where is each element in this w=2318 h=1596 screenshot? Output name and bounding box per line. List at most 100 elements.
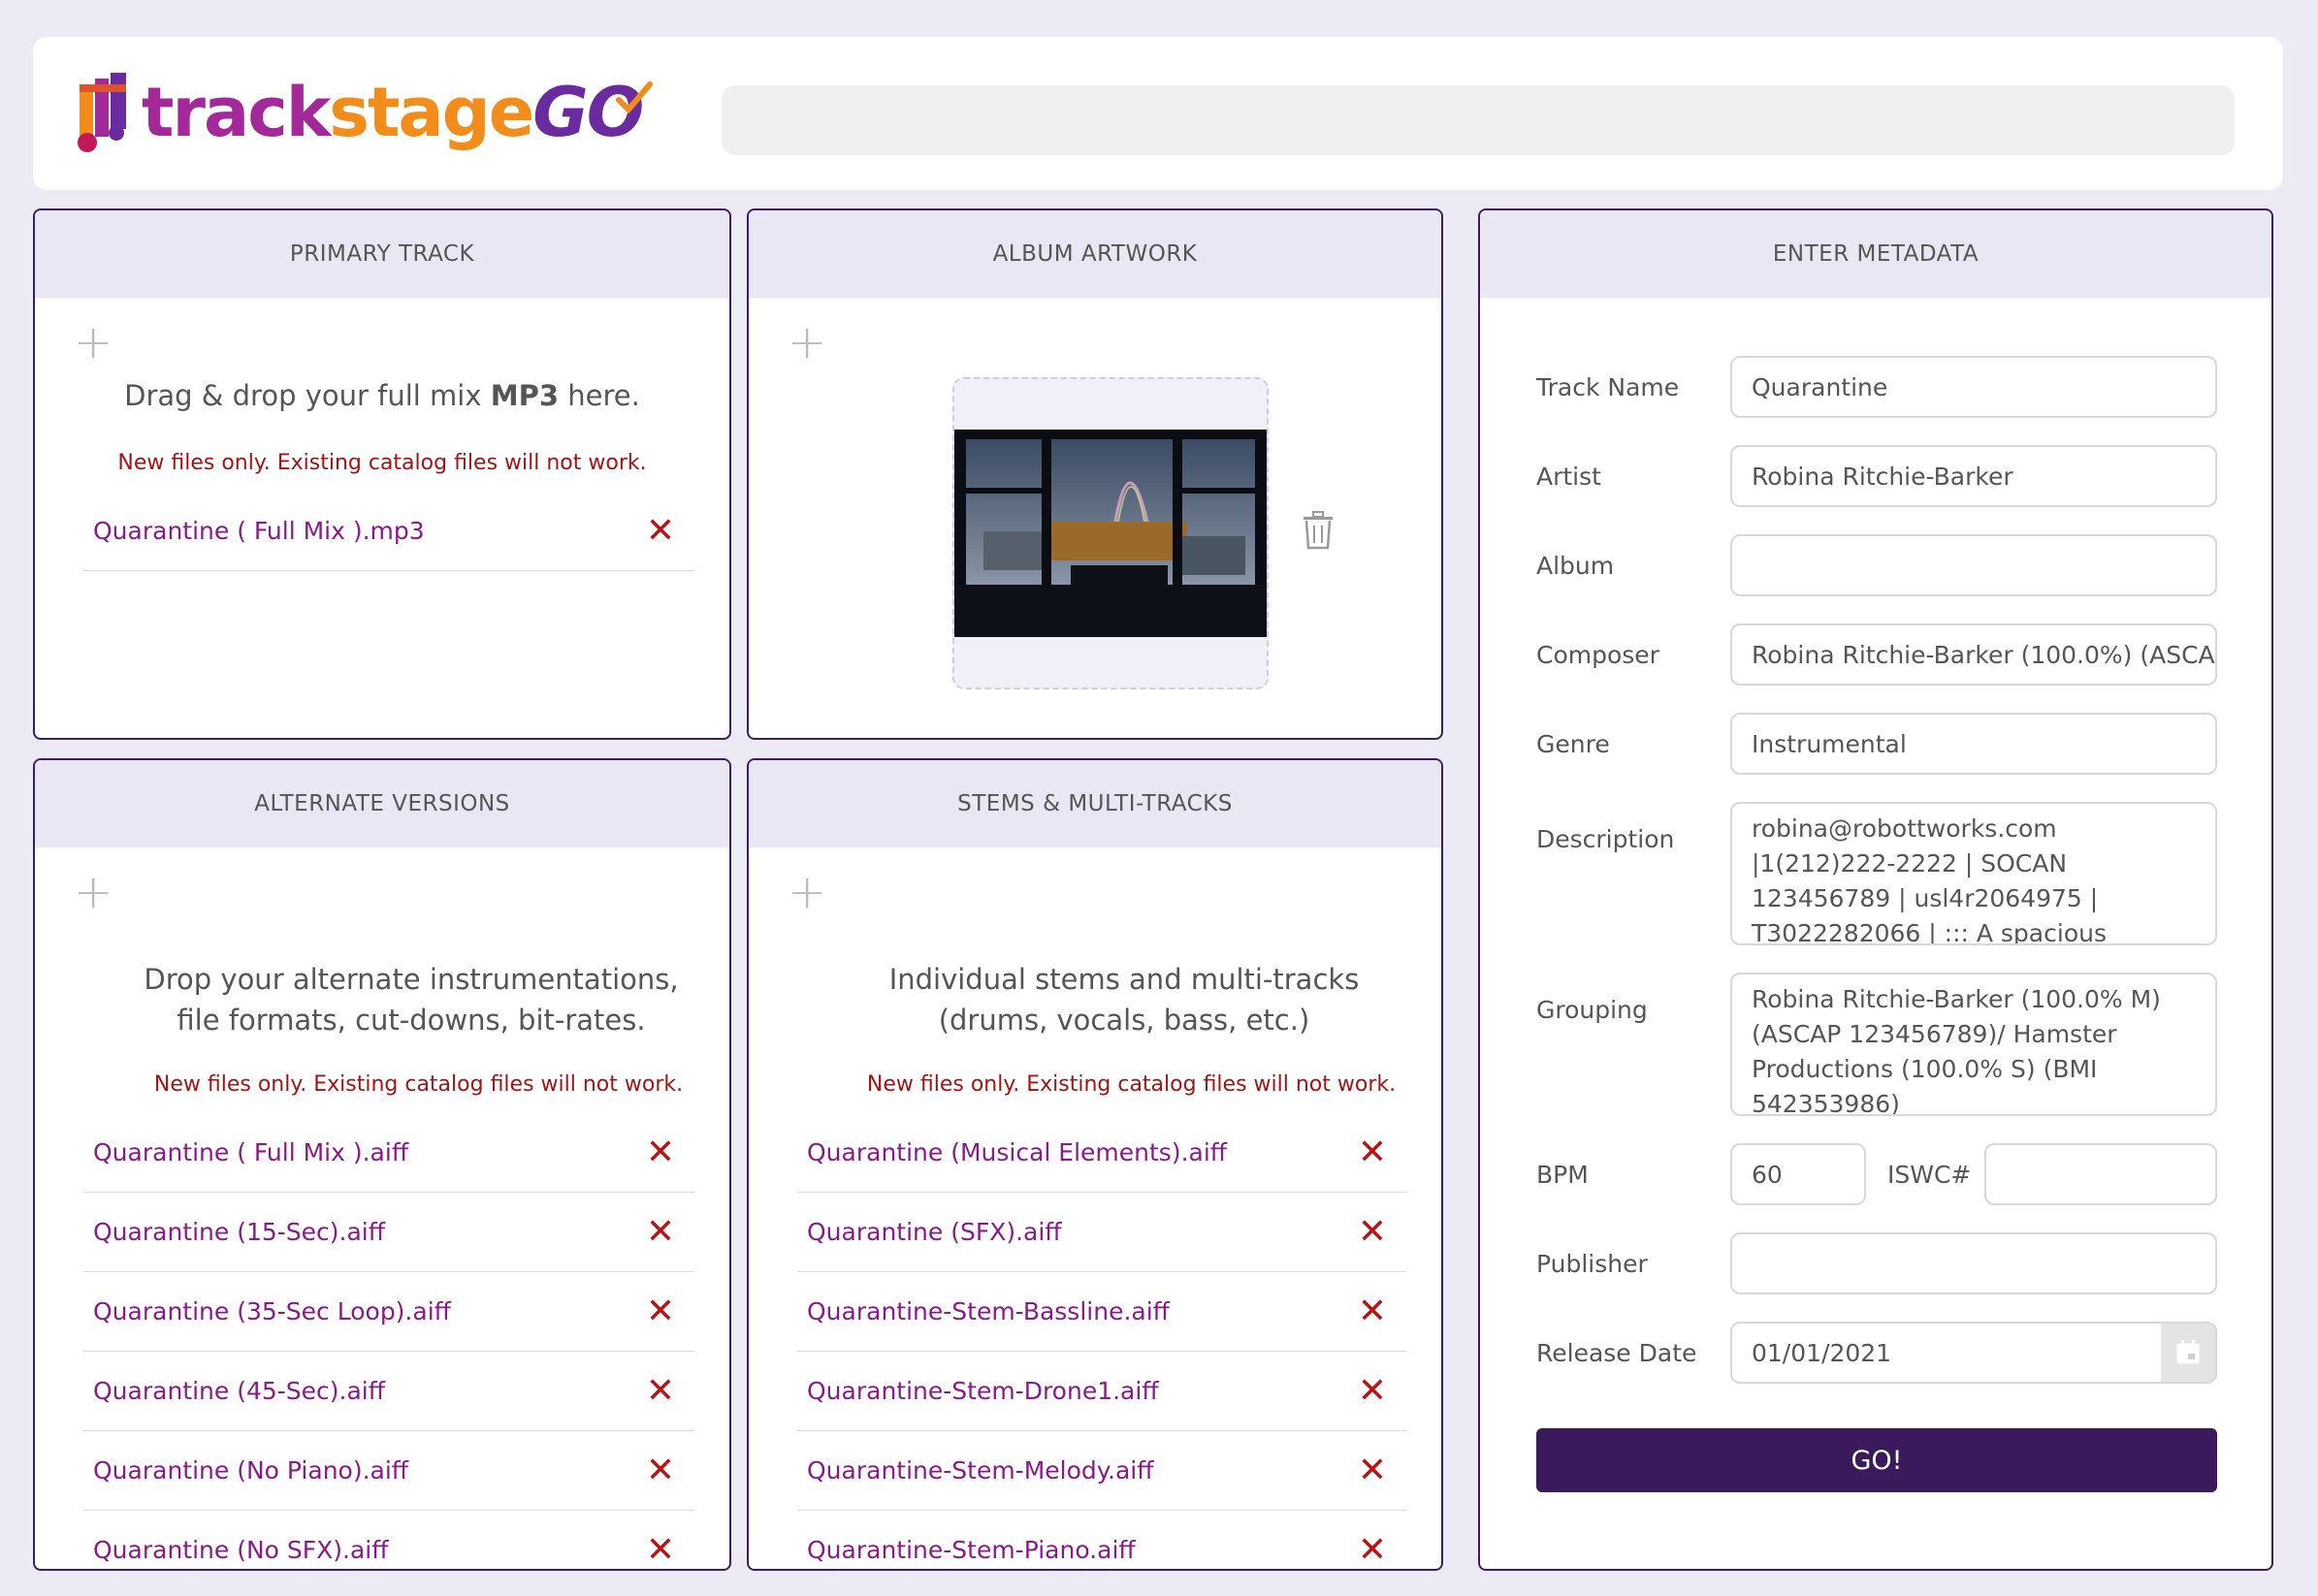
- drop-text-line: (drums, vocals, bass, etc.): [938, 1004, 1310, 1037]
- file-row: Quarantine (Musical Elements).aiff ✕: [797, 1113, 1406, 1193]
- grouping-textarea[interactable]: Robina Ritchie-Barker (100.0% M) (ASCAP …: [1730, 973, 2217, 1116]
- file-row: Quarantine ( Full Mix ).aiff ✕: [83, 1113, 694, 1193]
- field-label: Grouping: [1536, 996, 1648, 1024]
- drop-text-pre: Drag & drop your full mix: [124, 379, 491, 412]
- drop-text-line: Drop your alternate instrumentations,: [144, 963, 679, 996]
- file-link[interactable]: Quarantine (35-Sec Loop).aiff: [93, 1297, 451, 1325]
- file-link[interactable]: Quarantine-Stem-Melody.aiff: [807, 1456, 1153, 1484]
- file-link[interactable]: Quarantine (No SFX).aiff: [93, 1536, 388, 1564]
- genre-field[interactable]: Instrumental: [1730, 713, 2217, 775]
- file-row: Quarantine ( Full Mix ).mp3 ✕: [83, 492, 694, 571]
- warning-text: New files only. Existing catalog files w…: [153, 1072, 684, 1097]
- field-label: Description: [1536, 825, 1675, 853]
- file-link[interactable]: Quarantine ( Full Mix ).mp3: [93, 517, 425, 545]
- file-link[interactable]: Quarantine-Stem-Drone1.aiff: [807, 1377, 1159, 1405]
- artwork-dropzone[interactable]: [952, 377, 1269, 689]
- file-row: Quarantine (SFX).aiff ✕: [797, 1193, 1406, 1272]
- warning-text: New files only. Existing catalog files w…: [117, 451, 647, 475]
- field-label: Publisher: [1536, 1250, 1648, 1278]
- drop-text-line: file formats, cut-downs, bit-rates.: [177, 1004, 646, 1037]
- remove-file-icon[interactable]: ✕: [1358, 1214, 1387, 1250]
- release-date-field[interactable]: 01/01/2021: [1730, 1322, 2217, 1384]
- file-link[interactable]: Quarantine-Stem-Piano.aiff: [807, 1536, 1136, 1564]
- file-row: Quarantine-Stem-Melody.aiff ✕: [797, 1431, 1406, 1511]
- brand-part-track: track: [142, 73, 331, 152]
- drop-text-post: here.: [559, 379, 640, 412]
- file-row: Quarantine (15-Sec).aiff ✕: [83, 1193, 694, 1272]
- checkmark-icon: [616, 81, 654, 114]
- field-label: Track Name: [1536, 373, 1680, 401]
- file-row: Quarantine-Stem-Bassline.aiff ✕: [797, 1272, 1406, 1352]
- album-artwork-image: [954, 430, 1267, 637]
- file-link[interactable]: Quarantine-Stem-Bassline.aiff: [807, 1297, 1170, 1325]
- brand-part-stage: stage: [329, 73, 534, 152]
- bpm-field[interactable]: 60: [1730, 1143, 1866, 1205]
- field-label: ISWC#: [1887, 1161, 1972, 1189]
- calendar-icon[interactable]: [2161, 1324, 2215, 1382]
- iswc-field[interactable]: [1984, 1143, 2217, 1205]
- remove-file-icon[interactable]: ✕: [1358, 1452, 1387, 1488]
- field-label: Release Date: [1536, 1339, 1697, 1367]
- field-label: Genre: [1536, 730, 1610, 758]
- file-link[interactable]: Quarantine (45-Sec).aiff: [93, 1377, 385, 1405]
- file-row: Quarantine (35-Sec Loop).aiff ✕: [83, 1272, 694, 1352]
- album-field[interactable]: [1730, 534, 2217, 596]
- field-label: Album: [1536, 552, 1615, 580]
- remove-file-icon[interactable]: ✕: [646, 1452, 675, 1488]
- drop-zone-text: Individual stems and multi-tracks (drums…: [749, 959, 1441, 1040]
- remove-file-icon[interactable]: ✕: [646, 513, 675, 549]
- panel-title: STEMS & MULTI-TRACKS: [749, 760, 1441, 847]
- alternate-versions-panel[interactable]: ALTERNATE VERSIONS + Drop your alternate…: [33, 758, 731, 1571]
- music-note-logo-icon: [74, 71, 138, 154]
- remove-file-icon[interactable]: ✕: [646, 1373, 675, 1409]
- remove-file-icon[interactable]: ✕: [646, 1214, 675, 1250]
- add-icon[interactable]: +: [788, 319, 826, 366]
- remove-file-icon[interactable]: ✕: [1358, 1373, 1387, 1409]
- remove-file-icon[interactable]: ✕: [646, 1134, 675, 1170]
- remove-file-icon[interactable]: ✕: [646, 1532, 675, 1568]
- add-icon[interactable]: +: [74, 869, 113, 915]
- drop-text-line: Individual stems and multi-tracks: [888, 963, 1360, 996]
- file-row: Quarantine (No Piano).aiff ✕: [83, 1431, 694, 1511]
- primary-track-panel[interactable]: PRIMARY TRACK + Drag & drop your full mi…: [33, 208, 731, 740]
- release-date-value: 01/01/2021: [1752, 1338, 1892, 1367]
- app-header: trackstageGO: [33, 37, 2283, 190]
- file-link[interactable]: Quarantine (SFX).aiff: [807, 1218, 1062, 1246]
- go-button[interactable]: GO!: [1536, 1428, 2217, 1492]
- stems-panel[interactable]: STEMS & MULTI-TRACKS + Individual stems …: [747, 758, 1443, 1571]
- field-label: BPM: [1536, 1161, 1589, 1189]
- description-textarea[interactable]: robina@robottworks.com |1(212)222-2222 |…: [1730, 802, 2217, 945]
- trackstage-logo[interactable]: trackstageGO: [74, 64, 654, 161]
- trash-icon[interactable]: [1302, 511, 1335, 554]
- remove-file-icon[interactable]: ✕: [1358, 1532, 1387, 1568]
- drop-zone-text: Drag & drop your full mix MP3 here.: [35, 375, 729, 416]
- search-input[interactable]: [722, 85, 2235, 155]
- file-link[interactable]: Quarantine (No Piano).aiff: [93, 1456, 408, 1484]
- remove-file-icon[interactable]: ✕: [1358, 1293, 1387, 1329]
- artist-field[interactable]: Robina Ritchie-Barker: [1730, 445, 2217, 507]
- file-row: Quarantine-Stem-Piano.aiff ✕: [797, 1511, 1406, 1569]
- file-link[interactable]: Quarantine ( Full Mix ).aiff: [93, 1138, 408, 1166]
- file-link[interactable]: Quarantine (15-Sec).aiff: [93, 1218, 385, 1246]
- track-name-field[interactable]: Quarantine: [1730, 356, 2217, 418]
- file-row: Quarantine (No SFX).aiff ✕: [83, 1511, 694, 1569]
- remove-file-icon[interactable]: ✕: [1358, 1134, 1387, 1170]
- publisher-field[interactable]: [1730, 1232, 2217, 1294]
- panel-title: ALBUM ARTWORK: [749, 210, 1441, 298]
- add-icon[interactable]: +: [74, 319, 113, 366]
- metadata-panel: ENTER METADATA Track Name Quarantine Art…: [1478, 208, 2273, 1571]
- file-row: Quarantine (45-Sec).aiff ✕: [83, 1352, 694, 1431]
- composer-field[interactable]: Robina Ritchie-Barker (100.0%) (ASCAF: [1730, 623, 2217, 686]
- brand-name: trackstageGO: [142, 79, 644, 146]
- file-row: Quarantine-Stem-Drone1.aiff ✕: [797, 1352, 1406, 1431]
- remove-file-icon[interactable]: ✕: [646, 1293, 675, 1329]
- drop-zone-text: Drop your alternate instrumentations, fi…: [35, 959, 729, 1040]
- panel-title: ALTERNATE VERSIONS: [35, 760, 729, 847]
- warning-text: New files only. Existing catalog files w…: [866, 1072, 1397, 1097]
- album-artwork-panel[interactable]: ALBUM ARTWORK +: [747, 208, 1443, 740]
- add-icon[interactable]: +: [788, 869, 826, 915]
- panel-title: PRIMARY TRACK: [35, 210, 729, 298]
- drop-text-format: MP3: [490, 379, 560, 412]
- panel-title: ENTER METADATA: [1480, 210, 2271, 298]
- file-link[interactable]: Quarantine (Musical Elements).aiff: [807, 1138, 1227, 1166]
